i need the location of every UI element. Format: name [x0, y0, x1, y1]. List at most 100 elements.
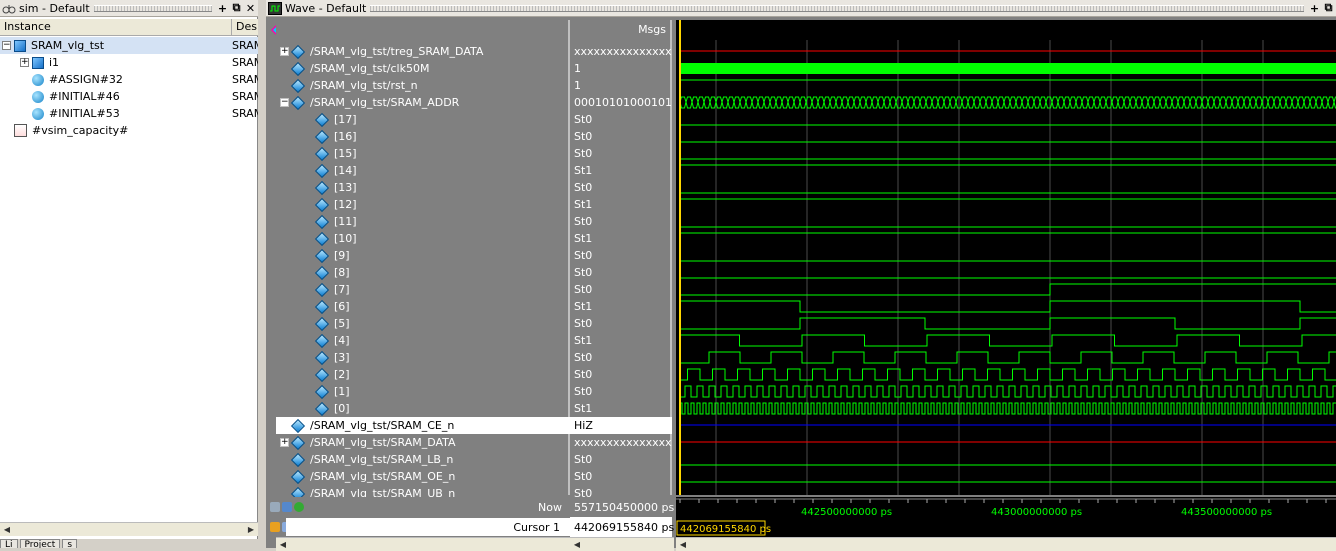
signal-names-column: + /SRAM_vlg_tst/treg_SRAM_DATA/SRAM_vlg_t… — [276, 20, 570, 501]
signal-row[interactable]: [12] — [276, 196, 570, 213]
signal-value: St1 — [574, 402, 593, 415]
waveform-trace[interactable] — [680, 63, 1336, 74]
signal-value: St0 — [574, 147, 593, 160]
tree-row[interactable]: − SRAM_vlg_tst SRAM — [0, 37, 258, 54]
signal-row[interactable]: [3] — [276, 349, 570, 366]
expand-icon[interactable]: + — [20, 58, 29, 67]
signal-row[interactable]: + /SRAM_vlg_tst/treg_SRAM_DATA — [276, 43, 570, 60]
signal-row[interactable]: /SRAM_vlg_tst/rst_n — [276, 77, 570, 94]
cursor-label[interactable]: Cursor 1 — [513, 521, 560, 534]
waveform-trace[interactable] — [680, 385, 1336, 398]
lock-icon[interactable] — [270, 522, 280, 532]
signal-row[interactable]: [17] — [276, 111, 570, 128]
time-status-values: 557150450000 ps 442069155840 ps — [570, 497, 674, 537]
waveform-trace[interactable] — [679, 96, 1336, 109]
titlebar-grip[interactable] — [93, 4, 212, 12]
signal-name: [16] — [334, 130, 357, 143]
cursor-readout[interactable]: 442069155840 ps — [680, 524, 771, 535]
waveform-trace[interactable] — [680, 368, 1336, 381]
signal-name: [4] — [334, 334, 350, 347]
signal-row[interactable]: [7] — [276, 281, 570, 298]
process-icon — [32, 90, 44, 103]
collapse-icon[interactable]: − — [280, 98, 289, 107]
titlebar-grip[interactable] — [370, 4, 1304, 12]
signal-row[interactable]: + /SRAM_vlg_tst/SRAM_DATA — [276, 434, 570, 451]
instance-icon — [14, 39, 26, 52]
signal-diamond-icon — [314, 197, 330, 212]
sim-titlebar[interactable]: sim - Default + ⧉ ✕ — [0, 0, 258, 17]
signal-row[interactable]: [13] — [276, 179, 570, 196]
close-icon[interactable]: ✕ — [244, 2, 257, 15]
waveform-trace[interactable] — [680, 334, 1336, 347]
timeline-label: 443000000000 ps — [991, 507, 1082, 518]
signal-row[interactable]: − /SRAM_vlg_tst/SRAM_ADDR — [276, 94, 570, 111]
tree-row-label: #INITIAL#46 — [49, 90, 120, 103]
tree-row[interactable]: #INITIAL#46 SRAM — [0, 88, 258, 105]
waveform-trace[interactable] — [680, 402, 1336, 415]
signal-row[interactable]: [4] — [276, 332, 570, 349]
scroll-left-icon[interactable]: ◀ — [570, 538, 584, 551]
signal-row[interactable]: [9] — [276, 247, 570, 264]
signal-name: [12] — [334, 198, 357, 211]
sim-tab[interactable]: s — [62, 539, 78, 548]
scroll-left-icon[interactable]: ◀ — [276, 538, 290, 551]
waveform-trace[interactable] — [680, 351, 1336, 364]
instance-tree: −SRAM_vlg_tstSRAM+i1SRAM#ASSIGN#32SRAM#I… — [0, 37, 258, 139]
signal-row[interactable]: [15] — [276, 145, 570, 162]
tree-row[interactable]: + i1 SRAM — [0, 54, 258, 71]
scroll-left-icon[interactable]: ◀ — [0, 523, 14, 536]
sim-hscrollbar[interactable]: ◀ ▶ — [0, 522, 258, 536]
timeline-ruler[interactable]: 442500000000 ps 443000000000 ps 4435000000… — [676, 497, 1336, 537]
signal-row[interactable]: [11] — [276, 213, 570, 230]
signal-row[interactable]: /SRAM_vlg_tst/SRAM_LB_n — [276, 451, 570, 468]
expand-icon[interactable]: + — [280, 438, 289, 447]
signal-row[interactable]: [6] — [276, 298, 570, 315]
add-icon[interactable]: + — [1308, 2, 1321, 15]
signal-row[interactable]: /SRAM_vlg_tst/SRAM_CE_n — [276, 417, 570, 434]
signal-value: St0 — [574, 283, 593, 296]
tree-row[interactable]: #ASSIGN#32 SRAM — [0, 71, 258, 88]
scroll-right-icon[interactable]: ▶ — [244, 523, 258, 536]
tree-row-label: #ASSIGN#32 — [49, 73, 123, 86]
signal-value: St0 — [574, 470, 593, 483]
design-column-header[interactable]: Desi — [232, 19, 258, 35]
signal-row[interactable]: [8] — [276, 264, 570, 281]
waveform-canvas[interactable] — [676, 20, 1336, 495]
waveform-area[interactable] — [676, 20, 1336, 495]
instance-column-header[interactable]: Instance — [0, 19, 232, 35]
signal-row[interactable]: [5] — [276, 315, 570, 332]
sim-tab[interactable]: Project — [19, 539, 61, 548]
signal-row[interactable]: [1] — [276, 383, 570, 400]
tree-row[interactable]: #vsim_capacity# — [0, 122, 258, 139]
collapse-icon[interactable]: − — [2, 41, 11, 50]
waveform-trace[interactable] — [680, 317, 1336, 330]
edit-icon[interactable] — [282, 502, 292, 512]
add-cursor-icon[interactable] — [294, 502, 304, 512]
msgs-hscrollbar[interactable]: ◀ — [570, 537, 674, 551]
signal-row[interactable]: /SRAM_vlg_tst/clk50M — [276, 60, 570, 77]
scroll-left-icon[interactable]: ◀ — [676, 538, 690, 551]
names-hscrollbar[interactable]: ◀ — [276, 537, 570, 551]
signal-row[interactable]: [14] — [276, 162, 570, 179]
wave-hscrollbar[interactable]: ◀ — [676, 537, 1336, 551]
tree-row[interactable]: #INITIAL#53 SRAM — [0, 105, 258, 122]
expand-icon[interactable]: + — [280, 47, 289, 56]
add-icon[interactable]: + — [216, 2, 229, 15]
signal-name: /SRAM_vlg_tst/SRAM_ADDR — [310, 96, 460, 109]
sim-pane: sim - Default + ⧉ ✕ Instance Desi − SRAM_… — [0, 0, 258, 548]
waveform-trace[interactable] — [680, 300, 1336, 313]
signal-name: [15] — [334, 147, 357, 160]
signal-row[interactable]: [0] — [276, 400, 570, 417]
signal-row[interactable]: [16] — [276, 128, 570, 145]
signal-row[interactable]: [10] — [276, 230, 570, 247]
signal-row[interactable]: /SRAM_vlg_tst/SRAM_OE_n — [276, 468, 570, 485]
waveform-trace[interactable] — [680, 283, 1336, 296]
wave-titlebar[interactable]: Wave - Default + ⧉ — [266, 0, 1336, 17]
signal-value: St0 — [574, 351, 593, 364]
signal-row[interactable]: [2] — [276, 366, 570, 383]
undock-icon[interactable]: ⧉ — [230, 1, 243, 15]
time-icon[interactable] — [270, 502, 280, 512]
sim-tab[interactable]: Li — [0, 539, 18, 548]
signal-name: /SRAM_vlg_tst/treg_SRAM_DATA — [310, 45, 484, 58]
undock-icon[interactable]: ⧉ — [1322, 1, 1335, 15]
